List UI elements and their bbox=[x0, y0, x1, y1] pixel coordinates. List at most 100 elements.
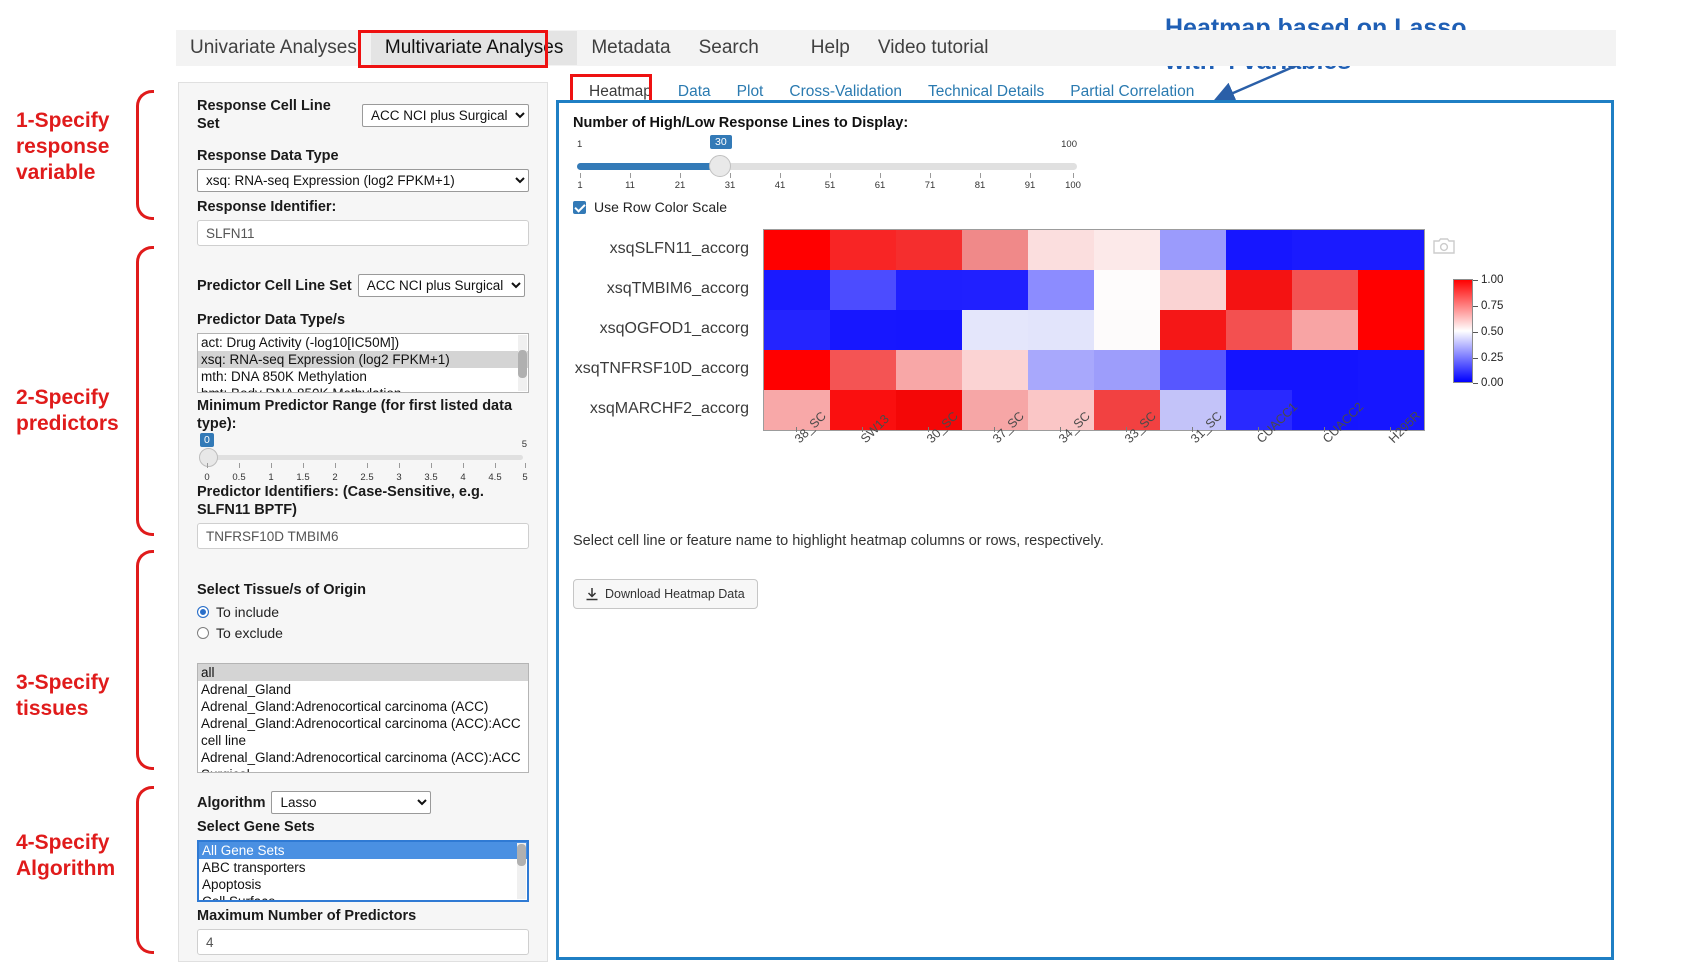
listbox-option[interactable]: xsq: RNA-seq Expression (log2 FPKM+1) bbox=[198, 351, 528, 368]
heatmap-cell[interactable] bbox=[1028, 310, 1094, 350]
min-predictor-range-slider[interactable]: 0 5 0 0.5 1 1.5 2 2.5 3 3.5 4 4.5 5 bbox=[197, 437, 529, 481]
listbox-option[interactable]: Adrenal_Gland:Adrenocortical carcinoma (… bbox=[198, 698, 528, 715]
heatmap-cell[interactable] bbox=[1292, 350, 1358, 390]
heatmap-cell[interactable] bbox=[764, 310, 830, 350]
heatmap-cell[interactable] bbox=[896, 310, 962, 350]
nav-univariate-analyses[interactable]: Univariate Analyses bbox=[176, 31, 371, 65]
listbox-option[interactable]: mth: DNA 850K Methylation bbox=[198, 368, 528, 385]
lines-slider-title: Number of High/Low Response Lines to Dis… bbox=[573, 115, 1597, 131]
heatmap-cell[interactable] bbox=[962, 270, 1028, 310]
tissue-include-radio[interactable] bbox=[197, 606, 209, 618]
row-color-scale-checkbox[interactable] bbox=[573, 201, 586, 214]
heatmap-row-label[interactable]: xsqSLFN11_accorg bbox=[573, 229, 755, 269]
heatmap-row-label[interactable]: xsqTNFRSF10D_accorg bbox=[573, 349, 755, 389]
download-heatmap-data-button[interactable]: Download Heatmap Data bbox=[573, 579, 758, 609]
nav-metadata[interactable]: Metadata bbox=[577, 31, 684, 65]
left-control-panel: Response Cell Line Set ACC NCI plus Surg… bbox=[178, 82, 548, 962]
heatmap-cell[interactable] bbox=[1226, 230, 1292, 270]
heatmap-cell[interactable] bbox=[1358, 350, 1424, 390]
heatmap-cell[interactable] bbox=[764, 350, 830, 390]
heatmap-cell[interactable] bbox=[1160, 350, 1226, 390]
listbox-option[interactable]: ABC transporters bbox=[199, 859, 527, 876]
listbox-option[interactable]: act: Drug Activity (-log10[IC50M]) bbox=[198, 334, 528, 351]
response-cell-line-set-select[interactable]: ACC NCI plus Surgical bbox=[362, 104, 529, 127]
listbox-option[interactable]: Adrenal_Gland bbox=[198, 681, 528, 698]
heatmap-row-label[interactable]: xsqTMBIM6_accorg bbox=[573, 269, 755, 309]
heatmap-cell[interactable] bbox=[830, 310, 896, 350]
tissue-include-radio-row[interactable]: To include bbox=[197, 604, 529, 620]
nav-search[interactable]: Search bbox=[685, 31, 773, 65]
heatmap-cell[interactable] bbox=[1094, 310, 1160, 350]
heatmap-cell[interactable] bbox=[830, 350, 896, 390]
algorithm-label: Algorithm bbox=[197, 794, 265, 812]
tissue-listbox[interactable]: all Adrenal_Gland Adrenal_Gland:Adrenoco… bbox=[197, 663, 529, 773]
heatmap-cell[interactable] bbox=[830, 230, 896, 270]
heatmap-cell[interactable] bbox=[962, 350, 1028, 390]
heatmap-cell[interactable] bbox=[1028, 270, 1094, 310]
listbox-option[interactable]: All Gene Sets bbox=[199, 842, 527, 859]
heatmap-cell[interactable] bbox=[1160, 270, 1226, 310]
row-color-scale-row[interactable]: Use Row Color Scale bbox=[573, 199, 1597, 215]
heatmap-cell[interactable] bbox=[1094, 270, 1160, 310]
heatmap-cell[interactable] bbox=[1226, 270, 1292, 310]
nav-multivariate-analyses[interactable]: Multivariate Analyses bbox=[371, 31, 577, 65]
heatmap-cell[interactable] bbox=[962, 230, 1028, 270]
heatmap-colorbar: 1.00 0.75 0.50 0.25 0.00 bbox=[1453, 279, 1563, 399]
heatmap-cell[interactable] bbox=[1028, 230, 1094, 270]
lines-slider[interactable]: 1 100 30 1 11 21 31 41 51 61 71 81 91 10… bbox=[573, 137, 1081, 193]
heatmap-cell[interactable] bbox=[1226, 350, 1292, 390]
listbox-option[interactable]: all bbox=[198, 664, 528, 681]
max-predictors-input[interactable] bbox=[197, 929, 529, 955]
heatmap-row-label[interactable]: xsqMARCHF2_accorg bbox=[573, 389, 755, 429]
heatmap-cell[interactable] bbox=[1160, 310, 1226, 350]
heatmap-row-label[interactable]: xsqOGFOD1_accorg bbox=[573, 309, 755, 349]
select-gene-sets-label: Select Gene Sets bbox=[197, 818, 529, 836]
gene-sets-scroll-thumb[interactable] bbox=[517, 844, 526, 866]
listbox-option[interactable]: Adrenal_Gland:Adrenocortical carcinoma (… bbox=[198, 715, 528, 749]
download-icon bbox=[586, 588, 598, 601]
lines-slider-ticks: 1 11 21 31 41 51 61 71 81 91 100 bbox=[573, 173, 1081, 193]
heatmap-cell[interactable] bbox=[896, 230, 962, 270]
heatmap-cell[interactable] bbox=[764, 270, 830, 310]
nav-video-tutorial[interactable]: Video tutorial bbox=[864, 31, 1003, 65]
tissue-exclude-radio[interactable] bbox=[197, 627, 209, 639]
heatmap-cell[interactable] bbox=[896, 350, 962, 390]
heatmap-cell[interactable] bbox=[1226, 310, 1292, 350]
tick-label: 4 bbox=[460, 472, 465, 483]
tick-label: 3 bbox=[396, 472, 401, 483]
heatmap-cell[interactable] bbox=[1292, 310, 1358, 350]
tissue-exclude-radio-row[interactable]: To exclude bbox=[197, 625, 529, 641]
listbox-option[interactable]: bmt: Body DNA 850K Methylation bbox=[198, 385, 528, 393]
heatmap-cell[interactable] bbox=[1292, 230, 1358, 270]
heatmap-cell[interactable] bbox=[764, 230, 830, 270]
listbox-option[interactable]: Adrenal_Gland:Adrenocortical carcinoma (… bbox=[198, 749, 528, 773]
heatmap-cell[interactable] bbox=[1292, 270, 1358, 310]
algorithm-select[interactable]: Lasso bbox=[271, 791, 431, 814]
camera-icon[interactable] bbox=[1433, 237, 1455, 255]
heatmap-cell[interactable] bbox=[1160, 230, 1226, 270]
response-identifier-input[interactable] bbox=[197, 220, 529, 246]
response-data-type-select[interactable]: xsq: RNA-seq Expression (log2 FPKM+1) bbox=[197, 169, 529, 192]
colorbar-gradient bbox=[1453, 279, 1473, 383]
predictor-identifiers-input[interactable] bbox=[197, 523, 529, 549]
heatmap-cell[interactable] bbox=[1358, 310, 1424, 350]
listbox-option[interactable]: Cell Surface bbox=[199, 893, 527, 902]
heatmap-cell[interactable] bbox=[830, 270, 896, 310]
listbox-option[interactable]: Apoptosis bbox=[199, 876, 527, 893]
heatmap-cell[interactable] bbox=[1028, 350, 1094, 390]
heatmap-cell[interactable] bbox=[962, 310, 1028, 350]
min-predictor-range-track[interactable] bbox=[203, 455, 523, 460]
nav-help[interactable]: Help bbox=[797, 31, 864, 65]
min-predictor-range-label: Minimum Predictor Range (for first liste… bbox=[197, 397, 529, 433]
heatmap-cell[interactable] bbox=[1358, 270, 1424, 310]
heatmap-cell[interactable] bbox=[1094, 230, 1160, 270]
predictor-data-types-scroll-thumb[interactable] bbox=[518, 350, 527, 378]
predictor-cell-line-set-select[interactable]: ACC NCI plus Surgical bbox=[358, 274, 525, 297]
tick-label: 71 bbox=[925, 180, 936, 191]
heatmap-cell[interactable] bbox=[1094, 350, 1160, 390]
min-predictor-range-ticks: 0 0.5 1 1.5 2 2.5 3 3.5 4 4.5 5 bbox=[197, 463, 529, 481]
heatmap-cell[interactable] bbox=[1358, 230, 1424, 270]
gene-sets-listbox[interactable]: All Gene Sets ABC transporters Apoptosis… bbox=[197, 840, 529, 902]
heatmap-cell[interactable] bbox=[896, 270, 962, 310]
predictor-data-types-listbox[interactable]: act: Drug Activity (-log10[IC50M]) xsq: … bbox=[197, 333, 529, 393]
